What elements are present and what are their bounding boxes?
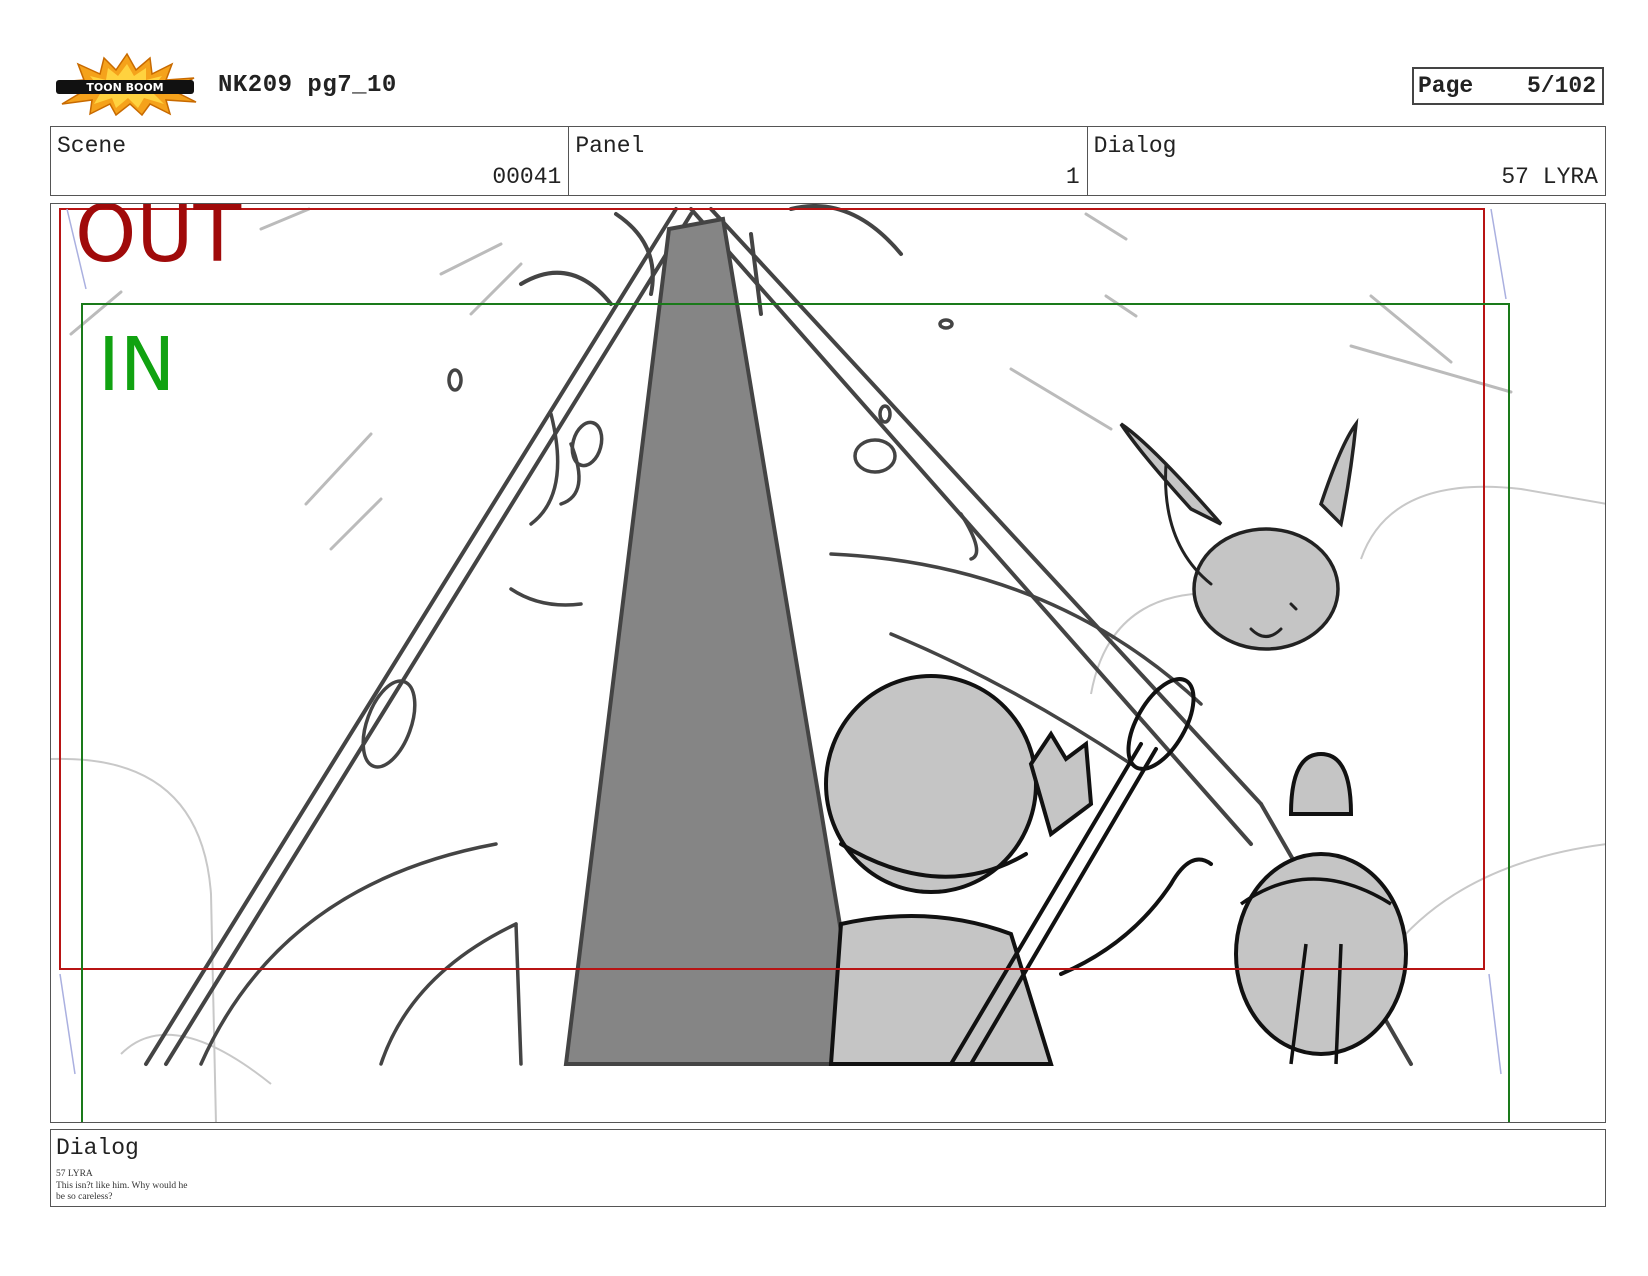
dialog-text: 57 LYRA This isn?t like him. Why would he… (56, 1169, 188, 1204)
logo-text: TOON BOOM (86, 81, 163, 94)
scene-cell: Scene 00041 (51, 127, 570, 195)
sketch-drawing (51, 204, 1605, 1122)
panel-info-row: Scene 00041 Panel 1 Dialog 57 LYRA (50, 126, 1606, 196)
document-title: NK209 pg7_10 (218, 72, 397, 99)
page-indicator: Page 5/102 (1412, 67, 1604, 105)
dialog-cell: Dialog 57 LYRA (1088, 127, 1605, 195)
page-number: 5/102 (1526, 73, 1596, 99)
dialog-line: be so careless? (56, 1192, 113, 1202)
scene-value: 00041 (492, 164, 562, 190)
dialog-line: 57 LYRA (56, 1169, 93, 1179)
panel-cell: Panel 1 (569, 127, 1088, 195)
dialog-line: This isn?t like him. Why would he (56, 1180, 188, 1191)
out-frame-label: OUT (75, 203, 242, 280)
page-label: Page (1418, 73, 1474, 99)
dialog-label: Dialog (56, 1135, 139, 1161)
storyboard-panel: OUT IN (50, 203, 1606, 1123)
dialog-header-value: 57 LYRA (1501, 164, 1598, 190)
dialog-header-label: Dialog (1093, 133, 1177, 159)
scene-label: Scene (57, 133, 127, 159)
panel-value: 1 (1065, 164, 1080, 190)
dialog-box: Dialog 57 LYRA This isn?t like him. Why w… (50, 1129, 1606, 1207)
in-frame-label: IN (98, 322, 176, 408)
toon-boom-logo: TOON BOOM (54, 52, 200, 117)
panel-label: Panel (575, 133, 645, 159)
